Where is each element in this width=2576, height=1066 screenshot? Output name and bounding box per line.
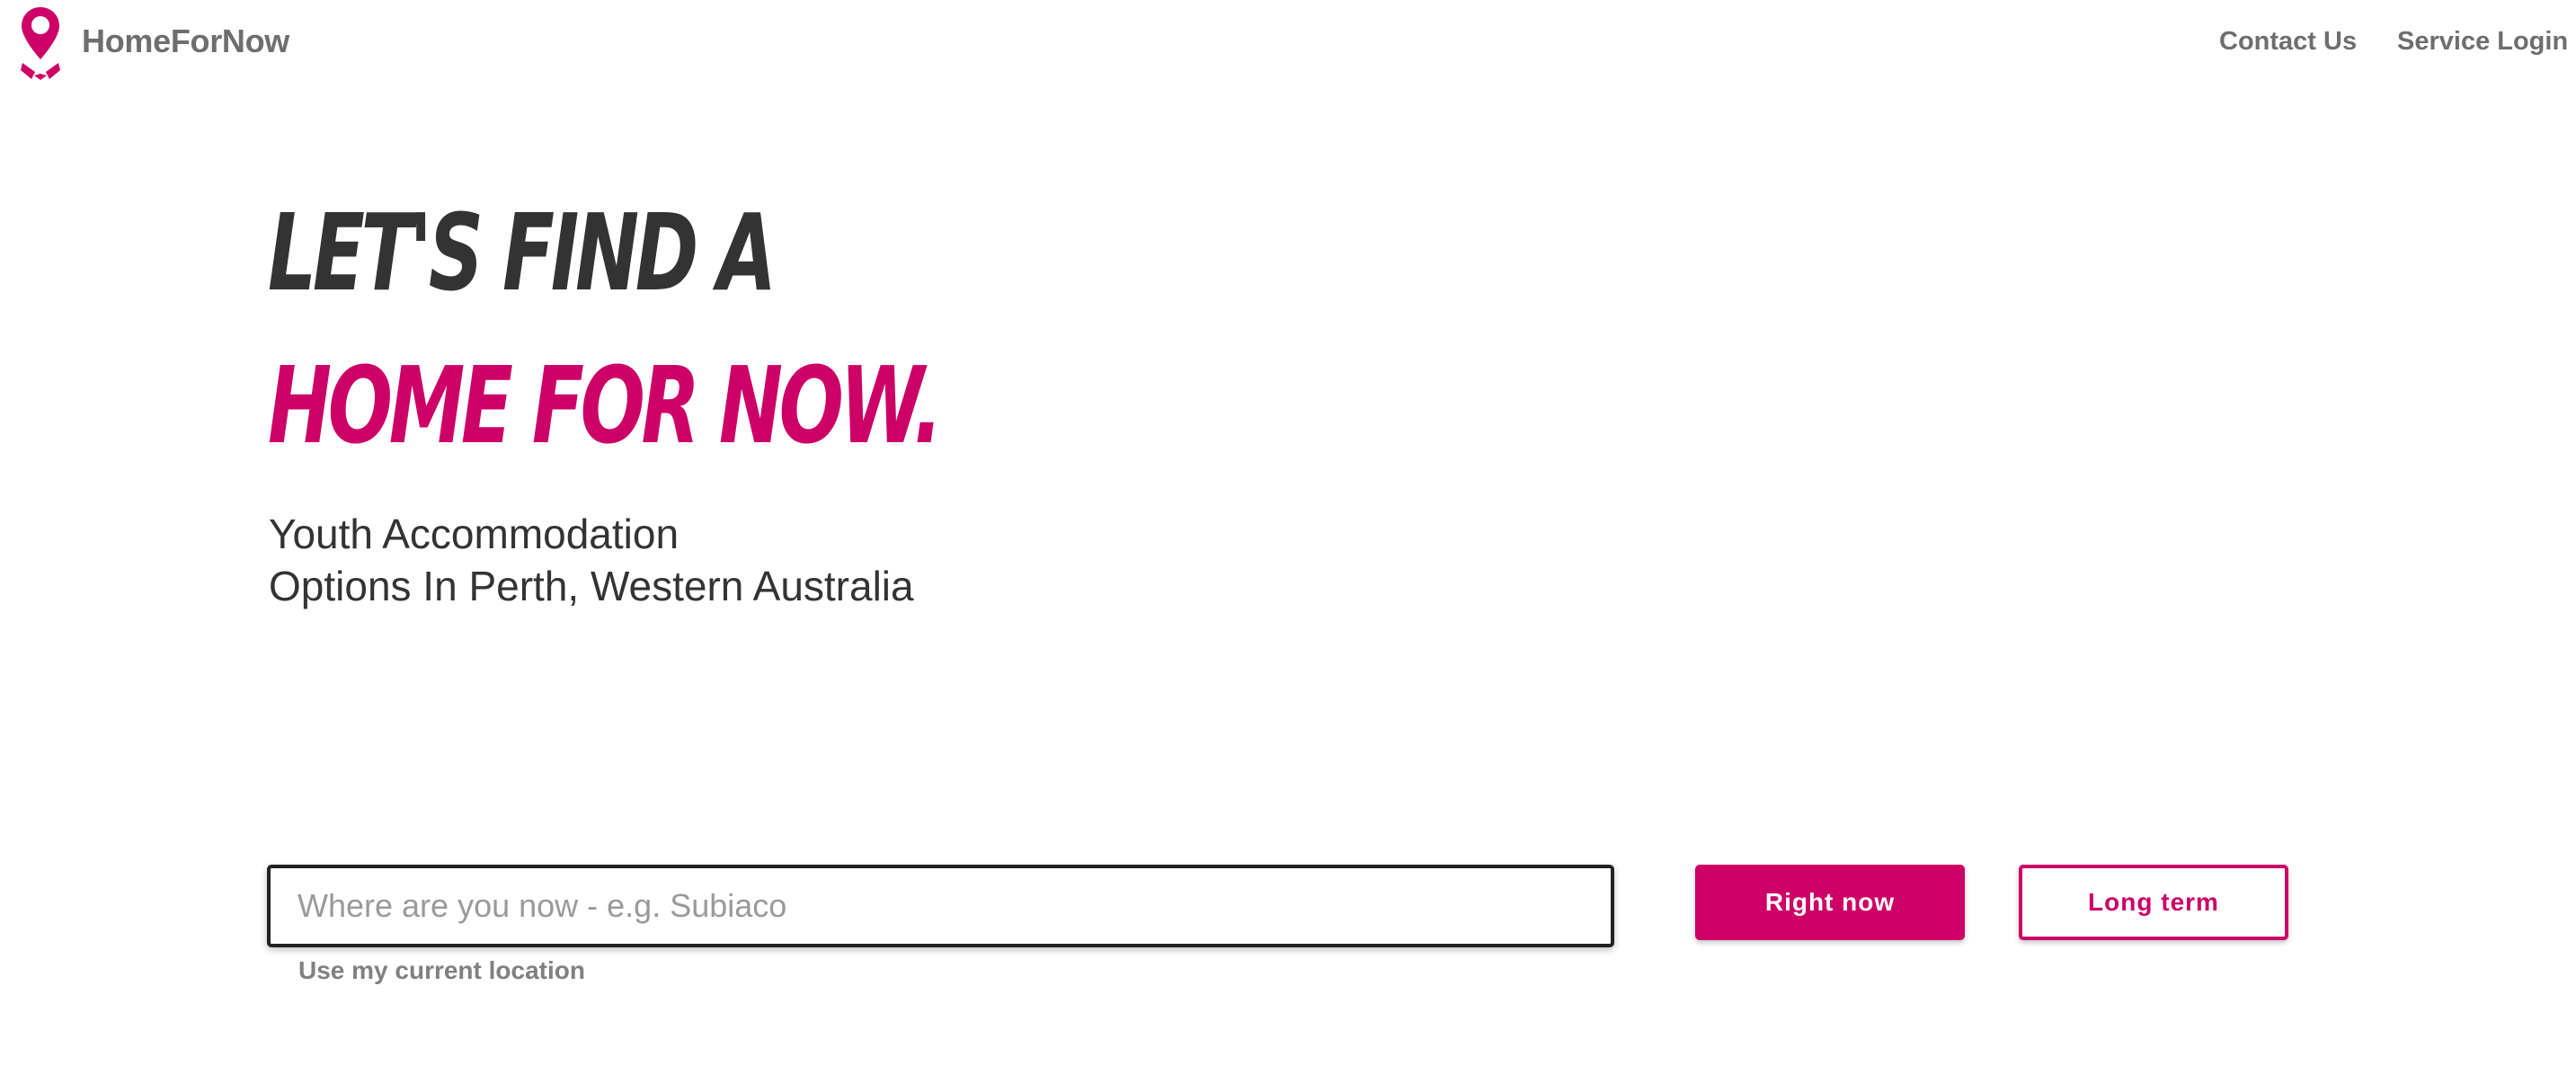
brand-name[interactable]: HomeForNow [82,22,289,61]
nav-contact-us[interactable]: Contact Us [2219,25,2357,58]
map-pin-logo-icon[interactable] [18,5,63,81]
use-current-location-link[interactable]: Use my current location [298,955,585,986]
hero-heading-line-1: LET'S FIND A [268,191,777,315]
right-now-button[interactable]: Right now [1695,865,1965,940]
location-search-input[interactable] [267,865,1614,947]
nav-service-login[interactable]: Service Login [2397,25,2568,58]
hero-subtitle-line-2: Options In Perth, Western Australia [269,563,914,609]
hero-heading-line-2: HOME FOR NOW. [268,343,943,467]
site-header: HomeForNow Contact Us Service Login [0,0,2576,86]
long-term-button[interactable]: Long term [2019,865,2288,940]
hero-subtitle-line-1: Youth Accommodation [269,511,680,557]
